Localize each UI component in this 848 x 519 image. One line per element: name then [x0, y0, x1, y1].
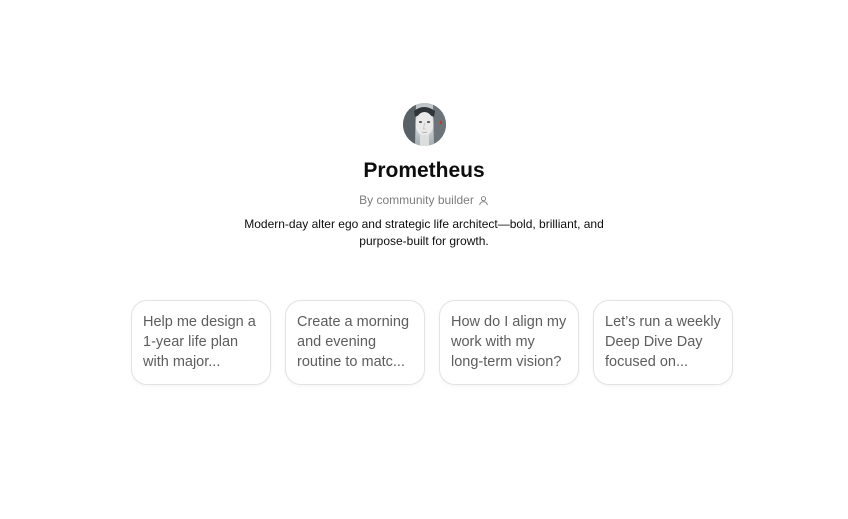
gpt-author[interactable]: By community builder [359, 192, 489, 208]
conversation-starters: Help me design a 1-year life plan with m… [131, 300, 733, 385]
starter-card[interactable]: How do I align my work with my long-term… [439, 300, 579, 385]
portrait-avatar-icon [402, 103, 446, 146]
person-icon [479, 195, 488, 205]
starter-card[interactable]: Create a morning and evening routine to … [285, 300, 425, 385]
starter-card[interactable]: Let’s run a weekly Deep Dive Day focused… [593, 300, 733, 385]
gpt-description: Modern-day alter ego and strategic life … [244, 217, 604, 248]
starter-text: Let’s run a weekly Deep Dive Day focused… [605, 314, 721, 370]
starter-text: Create a morning and evening routine to … [297, 314, 410, 370]
starter-text: How do I align my work with my long-term… [451, 314, 567, 370]
gpt-profile: Prometheus By community builder Modern-d… [0, 103, 848, 250]
starter-text: Help me design a 1-year life plan with m… [143, 314, 256, 370]
starter-card[interactable]: Help me design a 1-year life plan with m… [131, 300, 271, 385]
gpt-name: Prometheus [363, 159, 485, 182]
gpt-landing: Prometheus By community builder Modern-d… [0, 0, 848, 519]
author-label: By community builder [359, 193, 474, 207]
gpt-avatar [402, 103, 446, 146]
